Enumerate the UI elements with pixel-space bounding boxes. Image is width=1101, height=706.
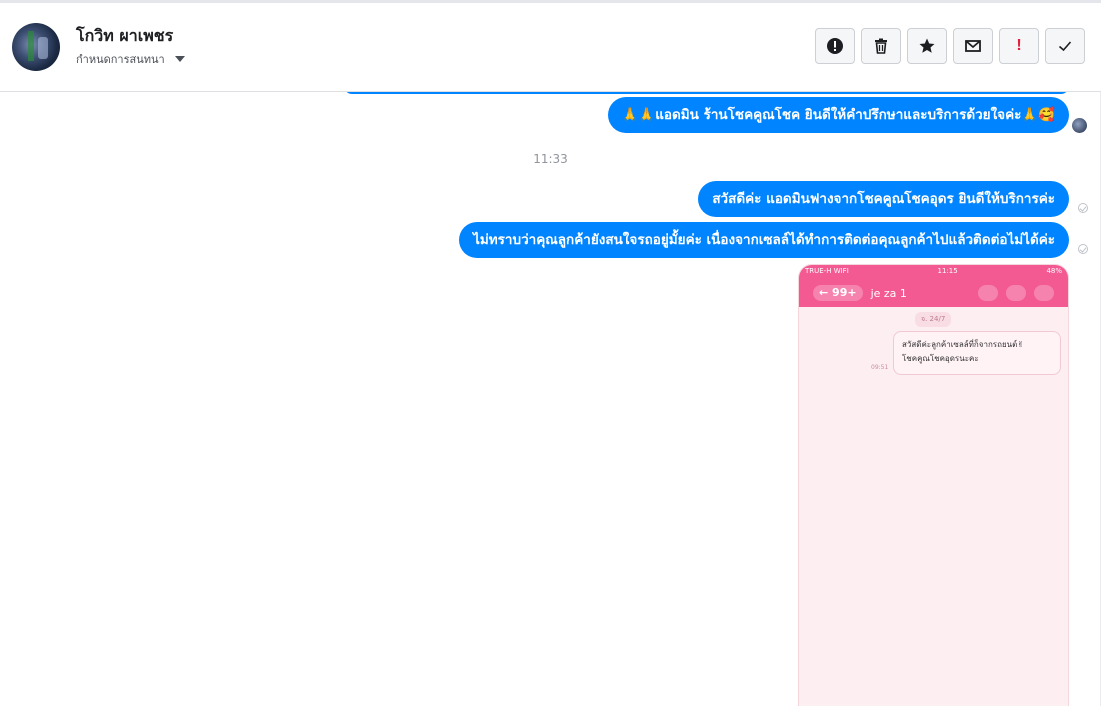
delete-button[interactable] <box>861 28 901 64</box>
message-bubble[interactable]: ไม่ทราบว่าคุณลูกค้ายังสนใจรถอยู่มั้ยค่ะ … <box>459 222 1069 258</box>
caret-down-icon <box>174 56 185 62</box>
assign-conversation-label: กำหนดการสนทนา <box>76 53 165 66</box>
previous-message-bubble[interactable] <box>344 92 1069 94</box>
check-icon <box>1058 41 1072 52</box>
message-bubble[interactable]: สวัสดีค่ะ แอดมินฟางจากโชคคูณโชคอุดร ยินด… <box>698 181 1069 217</box>
envelope-icon <box>965 40 981 52</box>
avatar[interactable] <box>12 23 60 71</box>
message-thread[interactable]: 🙏🙏แอดมิน ร้านโชคคูณโชค ยินดีให้คำปรึกษาแ… <box>0 92 1101 706</box>
unread-badge: 99+ <box>832 286 857 299</box>
exclamation-icon: ! <box>1016 37 1022 54</box>
sent-check-icon <box>1078 244 1088 254</box>
search-icon <box>978 285 998 301</box>
important-button[interactable]: ! <box>999 28 1039 64</box>
sent-check-icon <box>1078 203 1088 213</box>
phone-clock: 11:15 <box>937 267 958 275</box>
trash-icon <box>875 38 887 54</box>
star-button[interactable] <box>907 28 947 64</box>
contact-name[interactable]: โกวิท ผาเพชร <box>76 24 173 49</box>
done-button[interactable] <box>1045 28 1085 64</box>
star-icon <box>919 38 935 53</box>
phone-date-chip: จ. 24/7 <box>915 312 952 327</box>
seen-avatar-icon <box>1072 118 1087 133</box>
phone-message-time: 09:51 <box>871 364 889 371</box>
phone-icon <box>1006 285 1026 301</box>
phone-chat-header: TRUE-H WIFI 11:15 48% ← 99+ je za 1 <box>799 265 1068 307</box>
assign-conversation-dropdown[interactable]: กำหนดการสนทนา <box>76 50 185 68</box>
back-badge: ← 99+ <box>813 285 863 301</box>
spam-button[interactable] <box>815 28 855 64</box>
phone-status-bar: TRUE-H WIFI 11:15 48% <box>799 267 1068 275</box>
battery-label: 48% <box>1046 267 1062 275</box>
phone-message: สวัสดีค่ะลูกค้าเซลล์ที่ก็จากรถยนต์✌ โชคค… <box>893 331 1061 375</box>
action-toolbar: ! <box>815 28 1085 64</box>
message-bubble[interactable]: 🙏🙏แอดมิน ร้านโชคคูณโชค ยินดีให้คำปรึกษาแ… <box>607 97 1069 133</box>
phone-chat-name: je za 1 <box>870 286 907 300</box>
mark-unread-button[interactable] <box>953 28 993 64</box>
message-timestamp: 11:33 <box>533 152 568 166</box>
menu-icon <box>1034 285 1054 301</box>
conversation-header: โกวิท ผาเพชร กำหนดการสนทนา ! <box>0 3 1101 92</box>
phone-message-line: สวัสดีค่ะลูกค้าเซลล์ที่ก็จากรถยนต์✌ <box>902 340 1024 349</box>
phone-message-line: โชคคูณโชคอุดรนะคะ <box>902 354 979 363</box>
carrier-label: TRUE-H WIFI <box>805 267 849 275</box>
exclamation-circle-icon <box>827 38 843 54</box>
image-attachment[interactable]: TRUE-H WIFI 11:15 48% ← 99+ je za 1 จ. 2… <box>798 264 1069 706</box>
